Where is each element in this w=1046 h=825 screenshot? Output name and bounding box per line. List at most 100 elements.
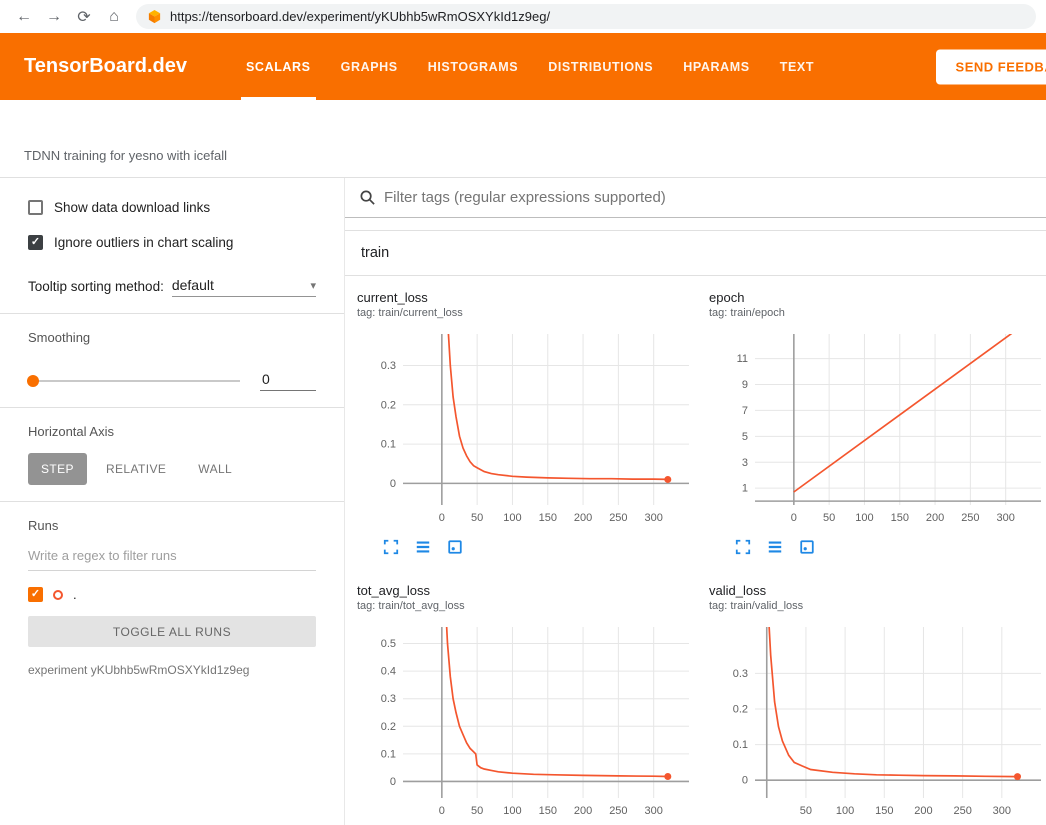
line-chart-plot[interactable]: 0501001502002503001357911 <box>709 328 1046 528</box>
url-text: https://tensorboard.dev/experiment/yKUbh… <box>170 9 550 24</box>
tag-group-header[interactable]: train <box>345 231 1046 276</box>
svg-text:250: 250 <box>609 805 627 817</box>
svg-text:50: 50 <box>800 805 812 817</box>
slider-knob[interactable] <box>27 375 39 387</box>
runs-filter-input[interactable] <box>28 541 316 571</box>
address-bar[interactable]: https://tensorboard.dev/experiment/yKUbh… <box>136 4 1036 29</box>
tooltip-sorting-value: default <box>172 277 214 293</box>
svg-text:200: 200 <box>926 512 944 524</box>
tooltip-sorting-label: Tooltip sorting method: <box>28 279 164 297</box>
ignore-outliers-toggle[interactable]: ✓ Ignore outliers in chart scaling <box>28 229 316 255</box>
svg-text:200: 200 <box>574 805 592 817</box>
svg-text:100: 100 <box>503 805 521 817</box>
svg-text:50: 50 <box>471 805 483 817</box>
checkbox-unchecked-icon[interactable] <box>28 200 43 215</box>
svg-text:150: 150 <box>875 805 893 817</box>
svg-text:300: 300 <box>645 805 663 817</box>
browser-toolbar: ← → ⟳ ⌂ https://tensorboard.dev/experime… <box>0 0 1046 33</box>
svg-text:50: 50 <box>823 512 835 524</box>
sidebar-divider <box>0 313 344 314</box>
svg-text:0: 0 <box>742 775 748 787</box>
show-download-links-toggle[interactable]: Show data download links <box>28 194 316 220</box>
axis-step-button[interactable]: STEP <box>28 453 87 485</box>
svg-text:100: 100 <box>836 805 854 817</box>
svg-text:300: 300 <box>993 805 1011 817</box>
horizontal-axis-label: Horizontal Axis <box>28 424 316 439</box>
chart-tag: tag: train/epoch <box>709 307 1046 319</box>
chart-tag: tag: train/tot_avg_loss <box>357 600 697 612</box>
line-chart-plot[interactable]: 5010015020025030000.10.20.3 <box>709 621 1046 821</box>
svg-text:250: 250 <box>961 512 979 524</box>
scalar-chart-card: current_losstag: train/current_loss05010… <box>357 290 697 555</box>
reload-icon[interactable]: ⟳ <box>70 3 98 31</box>
svg-text:3: 3 <box>742 457 748 469</box>
send-feedback-button[interactable]: SEND FEEDBACK <box>936 49 1046 84</box>
tab-histograms[interactable]: HISTOGRAMS <box>413 33 534 100</box>
chart-title: tot_avg_loss <box>357 583 697 598</box>
tooltip-sorting-dropdown[interactable]: default ▾ <box>172 277 316 297</box>
chart-actions <box>735 539 1046 555</box>
smoothing-slider[interactable] <box>28 380 240 382</box>
tag-filter-input[interactable] <box>384 189 1032 206</box>
svg-text:0.5: 0.5 <box>381 638 396 650</box>
svg-text:0.2: 0.2 <box>733 703 748 715</box>
scalar-chart-card: epoch tag: train/epoch 0 50 100 150 200 250 300 1… <box>709 290 1046 555</box>
line-chart-plot[interactable]: 05010015020025030000.10.20.3 <box>357 328 697 528</box>
tab-hparams[interactable]: HPARAMS <box>668 33 764 100</box>
axis-relative-button[interactable]: RELATIVE <box>93 453 179 485</box>
svg-text:9: 9 <box>742 379 748 391</box>
search-icon <box>359 189 376 206</box>
svg-text:0.1: 0.1 <box>381 439 396 451</box>
svg-text:150: 150 <box>539 805 557 817</box>
checkbox-checked-icon[interactable]: ✓ <box>28 235 43 250</box>
svg-text:1: 1 <box>742 483 748 495</box>
scalar-chart-card: valid_losstag: train/valid_loss501001502… <box>709 583 1046 825</box>
home-icon[interactable]: ⌂ <box>100 3 128 31</box>
tag-group-card: train current_loss tag: train/current_los… <box>345 230 1046 825</box>
svg-text:0: 0 <box>439 805 445 817</box>
tab-graphs[interactable]: GRAPHS <box>326 33 413 100</box>
show-download-links-label: Show data download links <box>54 200 210 215</box>
svg-text:5: 5 <box>742 431 748 443</box>
svg-text:150: 150 <box>539 512 557 524</box>
toggle-all-runs-button[interactable]: TOGGLE ALL RUNS <box>28 616 316 647</box>
expand-chart-icon[interactable] <box>383 539 399 555</box>
experiment-title-bar: TDNN training for yesno with icefall <box>0 100 1046 178</box>
run-color-swatch-icon <box>53 590 63 600</box>
svg-text:0.1: 0.1 <box>733 739 748 751</box>
chart-title: current_loss <box>357 290 697 305</box>
svg-text:150: 150 <box>891 512 909 524</box>
line-chart-plot[interactable]: 05010015020025030000.10.20.30.40.5 <box>357 621 697 821</box>
chart-title: epoch <box>709 290 1046 305</box>
svg-text:11: 11 <box>737 353 748 365</box>
smoothing-value-input[interactable]: 0 <box>260 371 316 391</box>
expand-chart-icon[interactable] <box>735 539 751 555</box>
expanded-view-icon[interactable] <box>767 539 783 555</box>
back-icon[interactable]: ← <box>10 3 38 31</box>
svg-text:0: 0 <box>390 478 396 490</box>
fit-domain-icon[interactable] <box>799 539 815 555</box>
tab-text[interactable]: TEXT <box>765 33 829 100</box>
svg-text:0.3: 0.3 <box>381 360 396 372</box>
run-list-item[interactable]: ✓ . <box>28 587 316 602</box>
svg-text:300: 300 <box>645 512 663 524</box>
tab-distributions[interactable]: DISTRIBUTIONS <box>533 33 668 100</box>
ignore-outliers-label: Ignore outliers in chart scaling <box>54 235 233 250</box>
chart-tag: tag: train/current_loss <box>357 307 697 319</box>
forward-icon[interactable]: → <box>40 3 68 31</box>
svg-text:300: 300 <box>997 512 1015 524</box>
svg-text:100: 100 <box>855 512 873 524</box>
sidebar-divider <box>0 501 344 502</box>
main-panel: train current_loss tag: train/current_los… <box>345 178 1046 825</box>
svg-text:0: 0 <box>390 776 396 788</box>
svg-text:200: 200 <box>574 512 592 524</box>
fit-domain-icon[interactable] <box>447 539 463 555</box>
expanded-view-icon[interactable] <box>415 539 431 555</box>
run-name: . <box>73 587 77 602</box>
run-checkbox-icon[interactable]: ✓ <box>28 587 43 602</box>
svg-text:0: 0 <box>791 512 797 524</box>
svg-text:0.1: 0.1 <box>381 748 396 760</box>
axis-wall-button[interactable]: WALL <box>185 453 245 485</box>
tab-scalars[interactable]: SCALARS <box>231 33 326 100</box>
tags-scroll-area[interactable]: train current_loss tag: train/current_los… <box>345 218 1046 825</box>
